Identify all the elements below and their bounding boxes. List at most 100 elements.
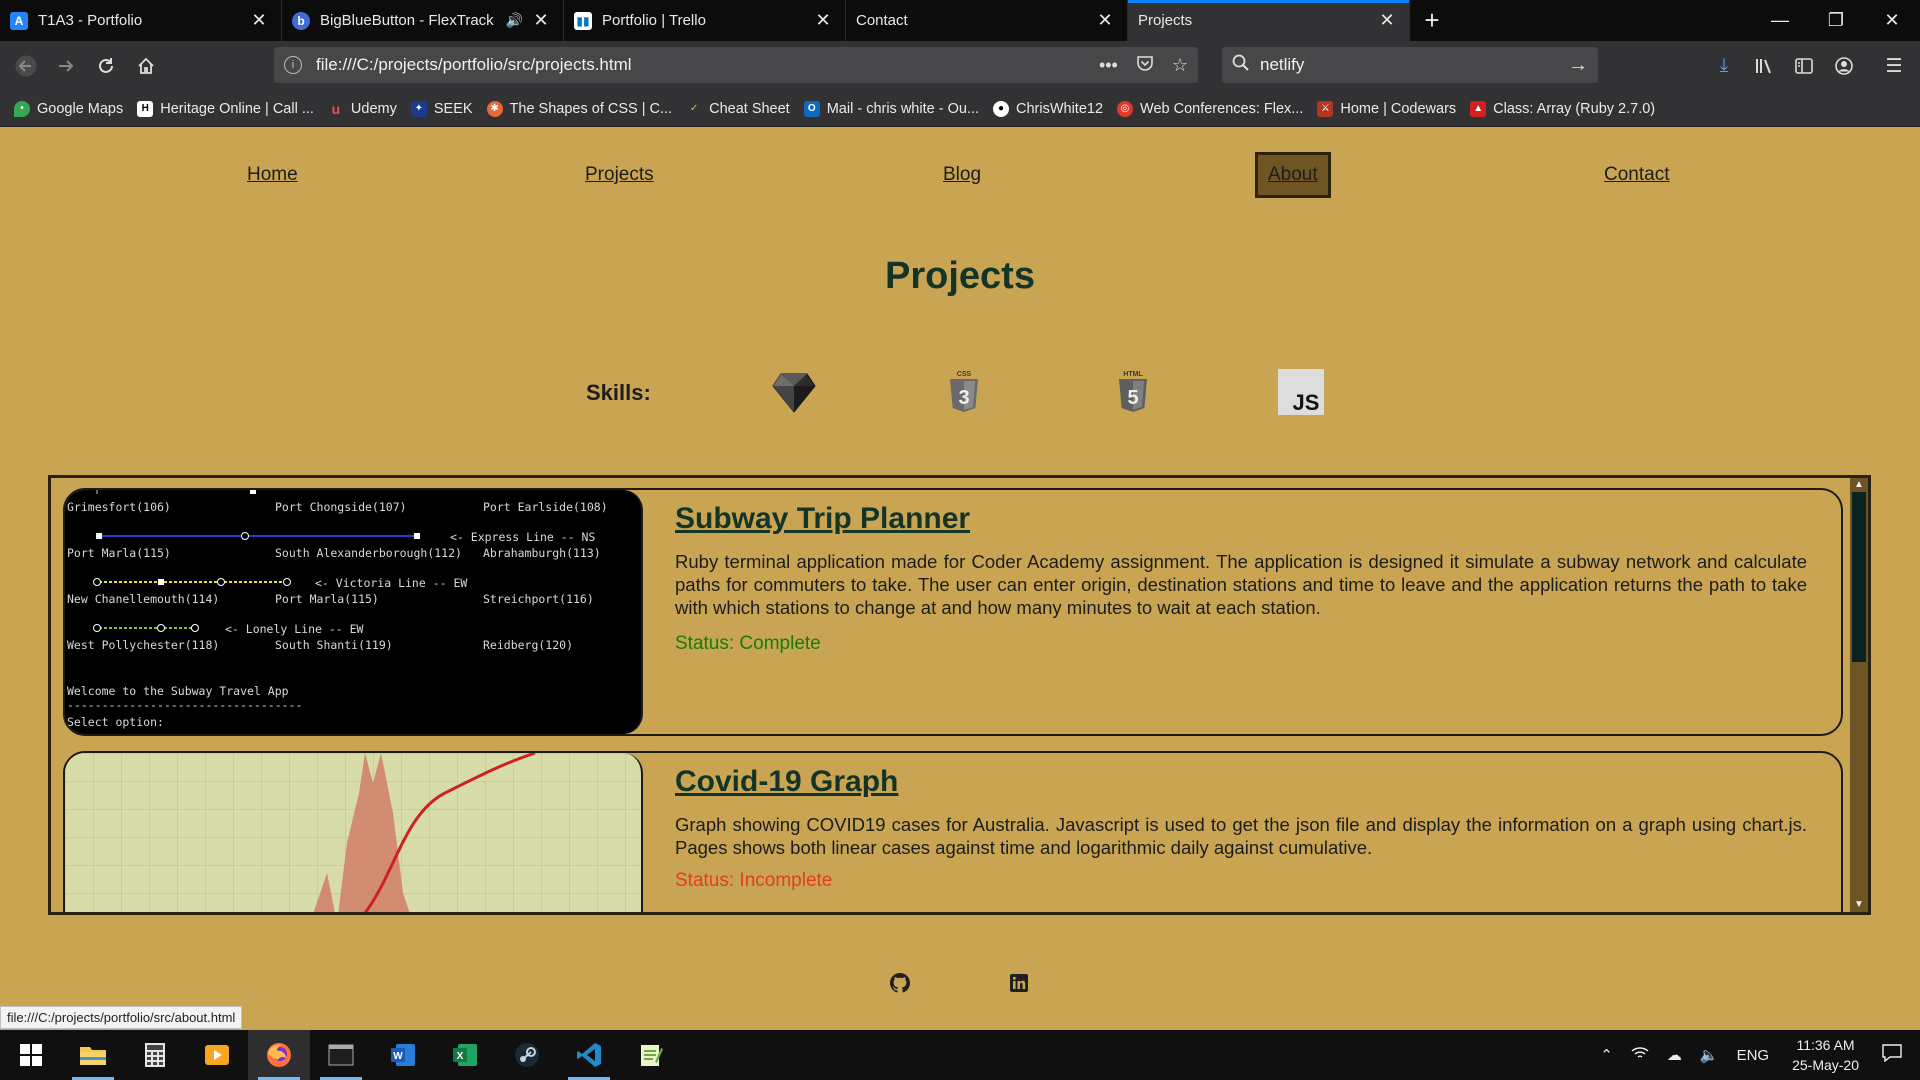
close-tab-icon[interactable]: ✕ xyxy=(1095,10,1115,31)
bookmark-cheat-sheet[interactable]: ✓ Cheat Sheet xyxy=(686,101,790,117)
bookmark-heritage-online[interactable]: H Heritage Online | Call ... xyxy=(137,100,314,117)
tab-title: BigBlueButton - FlexTrack - xyxy=(320,12,498,29)
page-title: Projects xyxy=(885,255,1035,297)
excel-icon[interactable]: X xyxy=(434,1030,496,1080)
tab-bar: A T1A3 - Portfolio ✕ b BigBlueButton - F… xyxy=(0,0,1920,41)
bookmark-star-icon[interactable]: ☆ xyxy=(1172,55,1188,76)
language-indicator[interactable]: ENG xyxy=(1737,1047,1770,1064)
firefox-icon[interactable] xyxy=(248,1030,310,1080)
nav-home-link[interactable]: Home xyxy=(237,152,308,198)
media-player-icon[interactable] xyxy=(186,1030,248,1080)
github-icon[interactable] xyxy=(889,972,911,994)
bookmark-label: Udemy xyxy=(350,100,397,117)
terminal-line: South Alexanderborough(112) xyxy=(275,546,462,560)
navigation-toolbar: i file:///C:/projects/portfolio/src/proj… xyxy=(0,41,1920,91)
terminal-line: West Pollychester(118) xyxy=(67,638,220,652)
steam-icon[interactable] xyxy=(496,1030,558,1080)
seek-icon: ✦ xyxy=(410,100,427,117)
bookmark-web-conferences[interactable]: ◎ Web Conferences: Flex... xyxy=(1117,100,1303,117)
file-explorer-icon[interactable] xyxy=(62,1030,124,1080)
search-bar[interactable]: netlify → xyxy=(1222,47,1598,83)
minimize-icon[interactable]: — xyxy=(1752,0,1808,41)
onedrive-icon[interactable]: ☁ xyxy=(1667,1046,1682,1064)
downloads-icon[interactable]: ⤓ xyxy=(1704,46,1744,86)
bookmark-label: Heritage Online | Call ... xyxy=(160,100,314,117)
menu-icon[interactable]: ☰ xyxy=(1874,46,1914,86)
bookmark-shapes-of-css[interactable]: ✱ The Shapes of CSS | C... xyxy=(486,100,672,117)
bookmark-ruby-array[interactable]: ▲ Class: Array (Ruby 2.7.0) xyxy=(1470,100,1655,117)
separator xyxy=(1864,46,1874,86)
terminal-line: Port Earlside(108) xyxy=(483,500,608,514)
clock[interactable]: 11:36 AM 25-May-20 xyxy=(1792,1035,1859,1075)
bookmark-udemy[interactable]: u Udemy xyxy=(328,101,397,117)
tab-bigbluebutton[interactable]: b BigBlueButton - FlexTrack - 🔊 ✕ xyxy=(282,0,564,41)
tab-contact[interactable]: Contact ✕ xyxy=(846,0,1128,41)
terminal-line: Abrahamburgh(113) xyxy=(483,546,601,560)
vscode-icon[interactable] xyxy=(558,1030,620,1080)
terminal-line: Reidberg(120) xyxy=(483,638,574,652)
notifications-icon[interactable] xyxy=(1882,1044,1902,1066)
terminal-line: Port Marla(115) xyxy=(275,592,379,606)
library-icon[interactable] xyxy=(1744,46,1784,86)
pocket-icon[interactable] xyxy=(1136,54,1154,77)
terminal-line: South Shanti(119) xyxy=(275,638,393,652)
scroll-up-icon[interactable]: ▲ xyxy=(1850,478,1868,492)
tab-trello[interactable]: ▮▮ Portfolio | Trello ✕ xyxy=(564,0,846,41)
search-go-icon[interactable]: → xyxy=(1568,54,1588,77)
account-icon[interactable] xyxy=(1824,46,1864,86)
close-tab-icon[interactable]: ✕ xyxy=(249,10,269,31)
page-actions-icon[interactable]: ••• xyxy=(1099,55,1118,76)
tab-t1a3-portfolio[interactable]: A T1A3 - Portfolio ✕ xyxy=(0,0,282,41)
projects-list[interactable]: Grimesfort(106) Port Chongside(107) Port… xyxy=(48,475,1871,915)
search-icon xyxy=(1232,54,1250,77)
bookmark-codewars[interactable]: ⚔ Home | Codewars xyxy=(1317,100,1456,117)
windows-taskbar: W X ⌃ ☁ 🔈 ENG 11:36 AM 25-May-20 xyxy=(0,1030,1920,1080)
bookmark-outlook-mail[interactable]: O Mail - chris white - Ou... xyxy=(803,100,979,117)
html5-icon: HTML 5 xyxy=(1110,369,1156,415)
tab-title: Projects xyxy=(1138,12,1193,29)
address-bar[interactable]: i file:///C:/projects/portfolio/src/proj… xyxy=(274,47,1198,83)
nav-projects-link[interactable]: Projects xyxy=(575,152,664,198)
close-window-icon[interactable]: ✕ xyxy=(1864,0,1920,41)
notepad-icon[interactable] xyxy=(620,1030,682,1080)
forward-icon[interactable] xyxy=(46,46,86,86)
sidebar-icon[interactable] xyxy=(1784,46,1824,86)
restore-icon[interactable]: ❐ xyxy=(1808,0,1864,41)
heritage-icon: H xyxy=(137,100,154,117)
bookmark-seek[interactable]: ✦ SEEK xyxy=(410,100,473,117)
bookmark-google-maps[interactable]: • Google Maps xyxy=(14,100,123,117)
search-input[interactable]: netlify xyxy=(1260,55,1568,75)
nav-blog-link[interactable]: Blog xyxy=(933,152,991,198)
bookmark-github[interactable]: ● ChrisWhite12 xyxy=(993,100,1103,117)
terminal-icon[interactable] xyxy=(310,1030,372,1080)
speaker-icon[interactable]: 🔊 xyxy=(506,12,523,29)
back-icon[interactable] xyxy=(6,46,46,86)
reload-icon[interactable] xyxy=(86,46,126,86)
home-icon[interactable] xyxy=(126,46,166,86)
tab-projects[interactable]: Projects ✕ xyxy=(1128,0,1410,41)
close-tab-icon[interactable]: ✕ xyxy=(531,10,551,31)
scroll-down-icon[interactable]: ▼ xyxy=(1850,898,1868,912)
volume-icon[interactable]: 🔈 xyxy=(1700,1046,1719,1064)
page-info-icon[interactable]: i xyxy=(284,56,302,74)
close-tab-icon[interactable]: ✕ xyxy=(813,10,833,31)
nav-contact-link[interactable]: Contact xyxy=(1594,152,1679,198)
project-title-link[interactable]: Covid-19 Graph xyxy=(675,765,898,799)
nav-about-link[interactable]: About xyxy=(1255,152,1331,198)
scrollbar-thumb[interactable] xyxy=(1852,492,1866,662)
bookmarks-toolbar: • Google Maps H Heritage Online | Call ...… xyxy=(0,91,1920,127)
project-title-link[interactable]: Subway Trip Planner xyxy=(675,502,970,536)
close-tab-icon[interactable]: ✕ xyxy=(1377,10,1397,31)
projects-scrollbar[interactable]: ▲ ▼ xyxy=(1850,478,1868,912)
word-icon[interactable]: W xyxy=(372,1030,434,1080)
calculator-icon[interactable] xyxy=(124,1030,186,1080)
linkedin-icon[interactable] xyxy=(1008,972,1030,994)
page-content: Home Projects Blog About Contact Project… xyxy=(0,127,1920,1030)
chevron-up-icon[interactable]: ⌃ xyxy=(1600,1046,1613,1064)
svg-text:5: 5 xyxy=(1127,387,1138,409)
wifi-icon[interactable] xyxy=(1631,1046,1649,1064)
terminal-line: Streichport(116) xyxy=(483,592,594,606)
svg-text:3: 3 xyxy=(958,387,969,409)
start-icon[interactable] xyxy=(0,1030,62,1080)
new-tab-button[interactable]: + xyxy=(1410,0,1454,41)
